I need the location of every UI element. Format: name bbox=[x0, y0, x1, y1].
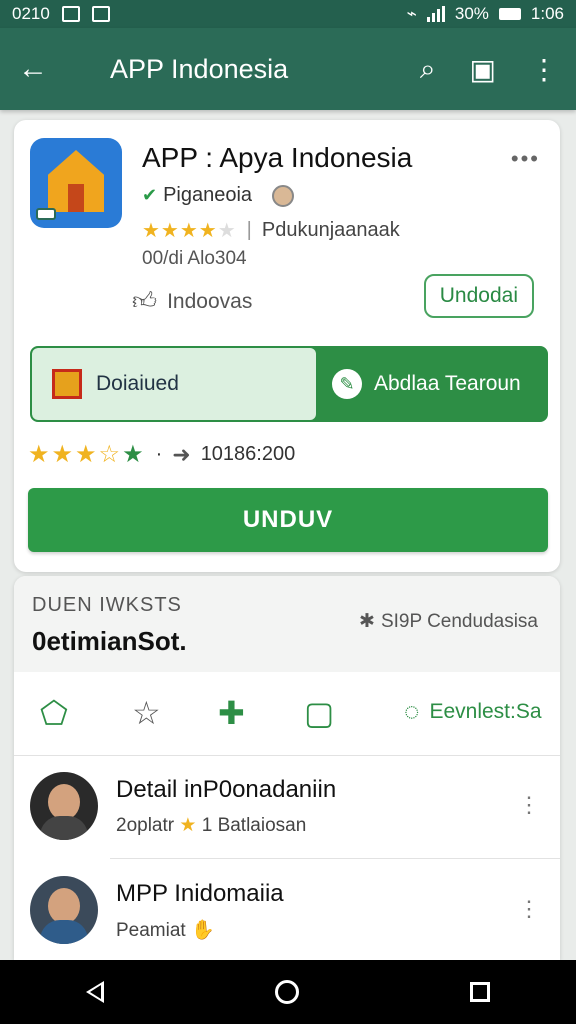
segment-left-label: Doiaiued bbox=[96, 372, 179, 395]
developer-name[interactable]: Piganeoia bbox=[163, 184, 252, 207]
divider bbox=[110, 858, 560, 859]
chat-tab[interactable]: ◌ Eevnlest:Sa bbox=[404, 696, 542, 727]
more-vert-icon[interactable]: ⋮ bbox=[518, 896, 540, 922]
more-vert-icon[interactable]: ⋮ bbox=[530, 53, 558, 86]
chat-tab-label: Eevnlest:Sa bbox=[429, 699, 542, 723]
list-item-title: Detail inP0onadaniin bbox=[116, 776, 337, 803]
list-item-subtitle-suffix: 1 Batlaiosan bbox=[201, 815, 307, 836]
list-item-subtitle: Peamiat ✋ bbox=[116, 918, 215, 942]
battery-percent: 30% bbox=[454, 4, 489, 23]
nav-home-icon[interactable] bbox=[274, 980, 299, 1004]
segment-option-left[interactable]: Doiaiued bbox=[32, 348, 316, 420]
status-bar: 0210 ⌁ 30% 1:06 bbox=[0, 0, 576, 28]
avatar-face bbox=[48, 784, 80, 820]
list-item[interactable]: Detail inP0onadaniin 2oplatr ★ 1 Batlaio… bbox=[14, 756, 560, 856]
wave-emoji-icon: ✋ bbox=[190, 920, 215, 941]
tag-shape bbox=[36, 208, 56, 220]
outline-button[interactable]: Undodai bbox=[423, 274, 534, 318]
home-icon[interactable]: ⬠ bbox=[40, 694, 68, 732]
chat-bubble-icon: ◌ bbox=[404, 696, 420, 726]
share-arrow-icon: ➜ bbox=[172, 441, 191, 467]
star-icon: ★ bbox=[179, 815, 197, 836]
avatar bbox=[30, 772, 98, 840]
avatar-body bbox=[40, 816, 88, 840]
like-text: Indoovas bbox=[167, 290, 253, 313]
section-header: DUEN IWKSTS 0etimianSot. ✱ SI9P Cendudas… bbox=[14, 576, 560, 672]
door-shape bbox=[68, 184, 84, 212]
list-item[interactable]: MPP Inidomaiia Peamiat ✋ ⋮ bbox=[14, 860, 560, 960]
list-item-subtitle: 2oplatr ★ 1 Batlaiosan bbox=[116, 814, 306, 837]
icon-tab-bar: ⬠ ☆ ✚ ▢ ◌ Eevnlest:Sa bbox=[14, 672, 560, 756]
app-name: APP : Apya Indonesia bbox=[142, 142, 413, 173]
nav-back-icon[interactable] bbox=[85, 981, 104, 1003]
gallery-notification-icon bbox=[91, 6, 110, 22]
segment-right-label: Abdlaa Tearoun bbox=[374, 372, 521, 395]
page-title: APP Indonesia bbox=[110, 53, 289, 84]
list-item-subtitle-prefix: 2oplatr bbox=[116, 815, 175, 836]
rating-text: Pdukunjaanaak bbox=[261, 219, 400, 241]
section-right-label: SI9P Cendudasisa bbox=[380, 610, 538, 632]
vibrate-icon: ⌁ bbox=[406, 4, 417, 23]
segmented-control: Doiaiued ✎ Abdlaa Tearoun bbox=[30, 346, 548, 422]
separator: | bbox=[246, 219, 252, 241]
more-horiz-icon[interactable]: ••• bbox=[511, 146, 540, 172]
install-button[interactable]: UNDUV bbox=[28, 488, 548, 552]
star-icon[interactable]: ☆ bbox=[132, 694, 161, 732]
stats-row: ★★★☆★ · ➜ 10186:200 bbox=[28, 440, 295, 469]
rating-row: ★★★★★ | Pdukunjaanaak bbox=[142, 218, 400, 243]
dot: · bbox=[155, 443, 163, 465]
developer-row: ✔ Piganeoia bbox=[142, 184, 295, 207]
app-icon bbox=[30, 138, 122, 228]
system-nav-bar bbox=[0, 960, 576, 1024]
thumbs-up-icon: 👍︎ bbox=[132, 288, 158, 315]
stats-stars: ★★★☆★ bbox=[28, 441, 146, 468]
avatar-body bbox=[40, 920, 88, 944]
badge-icon[interactable]: ▣ bbox=[470, 53, 496, 86]
avatar bbox=[30, 876, 98, 944]
arrow-left-icon[interactable]: ← bbox=[18, 52, 66, 86]
app-bar: ← APP Indonesia ⌕ ▣ ⋮ bbox=[0, 28, 576, 110]
signal-icon bbox=[426, 6, 445, 22]
section-right-link[interactable]: ✱ SI9P Cendudasisa bbox=[359, 610, 538, 633]
nav-recents-icon[interactable] bbox=[470, 982, 491, 1002]
app-small-icon bbox=[52, 369, 82, 399]
section-overline: DUEN IWKSTS bbox=[32, 594, 182, 616]
rating-stars: ★★★★★ bbox=[142, 220, 237, 242]
section-title: 0etimianSot. bbox=[32, 626, 187, 656]
segment-option-right[interactable]: ✎ Abdlaa Tearoun bbox=[316, 348, 546, 420]
gear-icon: ✱ bbox=[359, 611, 375, 632]
avatar-face bbox=[48, 888, 80, 924]
list-item-subtitle-prefix: Peamiat bbox=[116, 920, 186, 941]
image-notification-icon bbox=[61, 6, 80, 22]
list-item-title: MPP Inidomaiia bbox=[116, 880, 284, 907]
app-info: 00/di Alo304 bbox=[142, 248, 247, 269]
more-vert-icon[interactable]: ⋮ bbox=[518, 792, 540, 818]
developer-avatar bbox=[272, 184, 295, 207]
folder-icon[interactable]: ▢ bbox=[304, 694, 334, 732]
pin-icon[interactable]: ✚ bbox=[218, 694, 245, 732]
status-time-right: 1:06 bbox=[530, 4, 564, 23]
app-detail-card: APP : Apya Indonesia ••• ✔ Piganeoia ★★★… bbox=[14, 120, 560, 572]
battery-icon bbox=[498, 8, 521, 20]
like-row[interactable]: 👍︎ Indoovas bbox=[132, 288, 252, 316]
section-card: DUEN IWKSTS 0etimianSot. ✱ SI9P Cendudas… bbox=[14, 576, 560, 960]
status-time-left: 0210 bbox=[12, 4, 50, 23]
verified-icon: ✔ bbox=[142, 185, 158, 205]
search-icon[interactable]: ⌕ bbox=[420, 53, 436, 86]
pencil-icon: ✎ bbox=[332, 369, 362, 399]
stats-count: 10186:200 bbox=[200, 443, 296, 465]
